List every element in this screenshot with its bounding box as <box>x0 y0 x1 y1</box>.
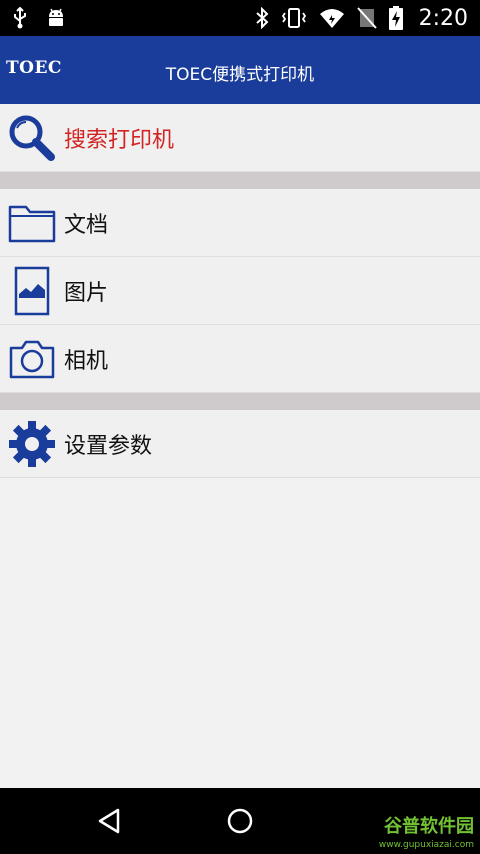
watermark-url: www.gupuxiazai.com <box>378 840 474 850</box>
camera-icon-wrap <box>0 325 64 393</box>
android-icon <box>49 8 63 26</box>
bluetooth-icon <box>255 7 269 29</box>
picture-item[interactable]: 图片 <box>0 257 480 325</box>
back-icon[interactable] <box>94 806 124 836</box>
section-divider <box>0 172 480 189</box>
settings-label: 设置参数 <box>64 433 153 459</box>
battery-charging-icon <box>388 6 403 30</box>
empty-content-area <box>0 478 480 788</box>
document-icon-wrap <box>0 189 64 257</box>
section-divider <box>0 393 480 410</box>
status-time: 2:20 <box>418 5 468 31</box>
document-label: 文档 <box>64 212 109 238</box>
no-sim-icon <box>356 7 377 29</box>
watermark-text: 谷普软件园 <box>384 816 474 837</box>
camera-item[interactable]: 相机 <box>0 325 480 393</box>
document-item[interactable]: 文档 <box>0 189 480 257</box>
picture-label: 图片 <box>64 280 109 306</box>
search-printer-item[interactable]: 搜索打印机 <box>0 104 480 172</box>
status-bar: 2:20 <box>0 0 480 36</box>
settings-icon-wrap <box>0 410 64 478</box>
home-icon[interactable] <box>225 806 255 836</box>
app-title: TOEC便携式打印机 <box>165 65 315 85</box>
menu-list: 搜索打印机 文档 图片 相机 设置参数 <box>0 104 480 478</box>
usb-icon <box>14 7 26 29</box>
search-icon <box>9 115 55 161</box>
camera-icon <box>9 340 55 378</box>
vibrate-icon <box>281 8 306 28</box>
system-nav-bar: 谷普软件园 www.gupuxiazai.com <box>0 788 480 854</box>
settings-item[interactable]: 设置参数 <box>0 410 480 478</box>
wifi-icon <box>319 9 344 28</box>
gear-icon <box>9 420 55 467</box>
search-printer-label: 搜索打印机 <box>64 127 175 153</box>
camera-label: 相机 <box>64 348 109 374</box>
folder-icon <box>8 205 56 242</box>
picture-icon-wrap <box>0 257 64 325</box>
picture-icon <box>14 266 50 315</box>
app-bar: TOEC TOEC便携式打印机 <box>0 36 480 104</box>
search-icon-wrap <box>0 104 64 172</box>
